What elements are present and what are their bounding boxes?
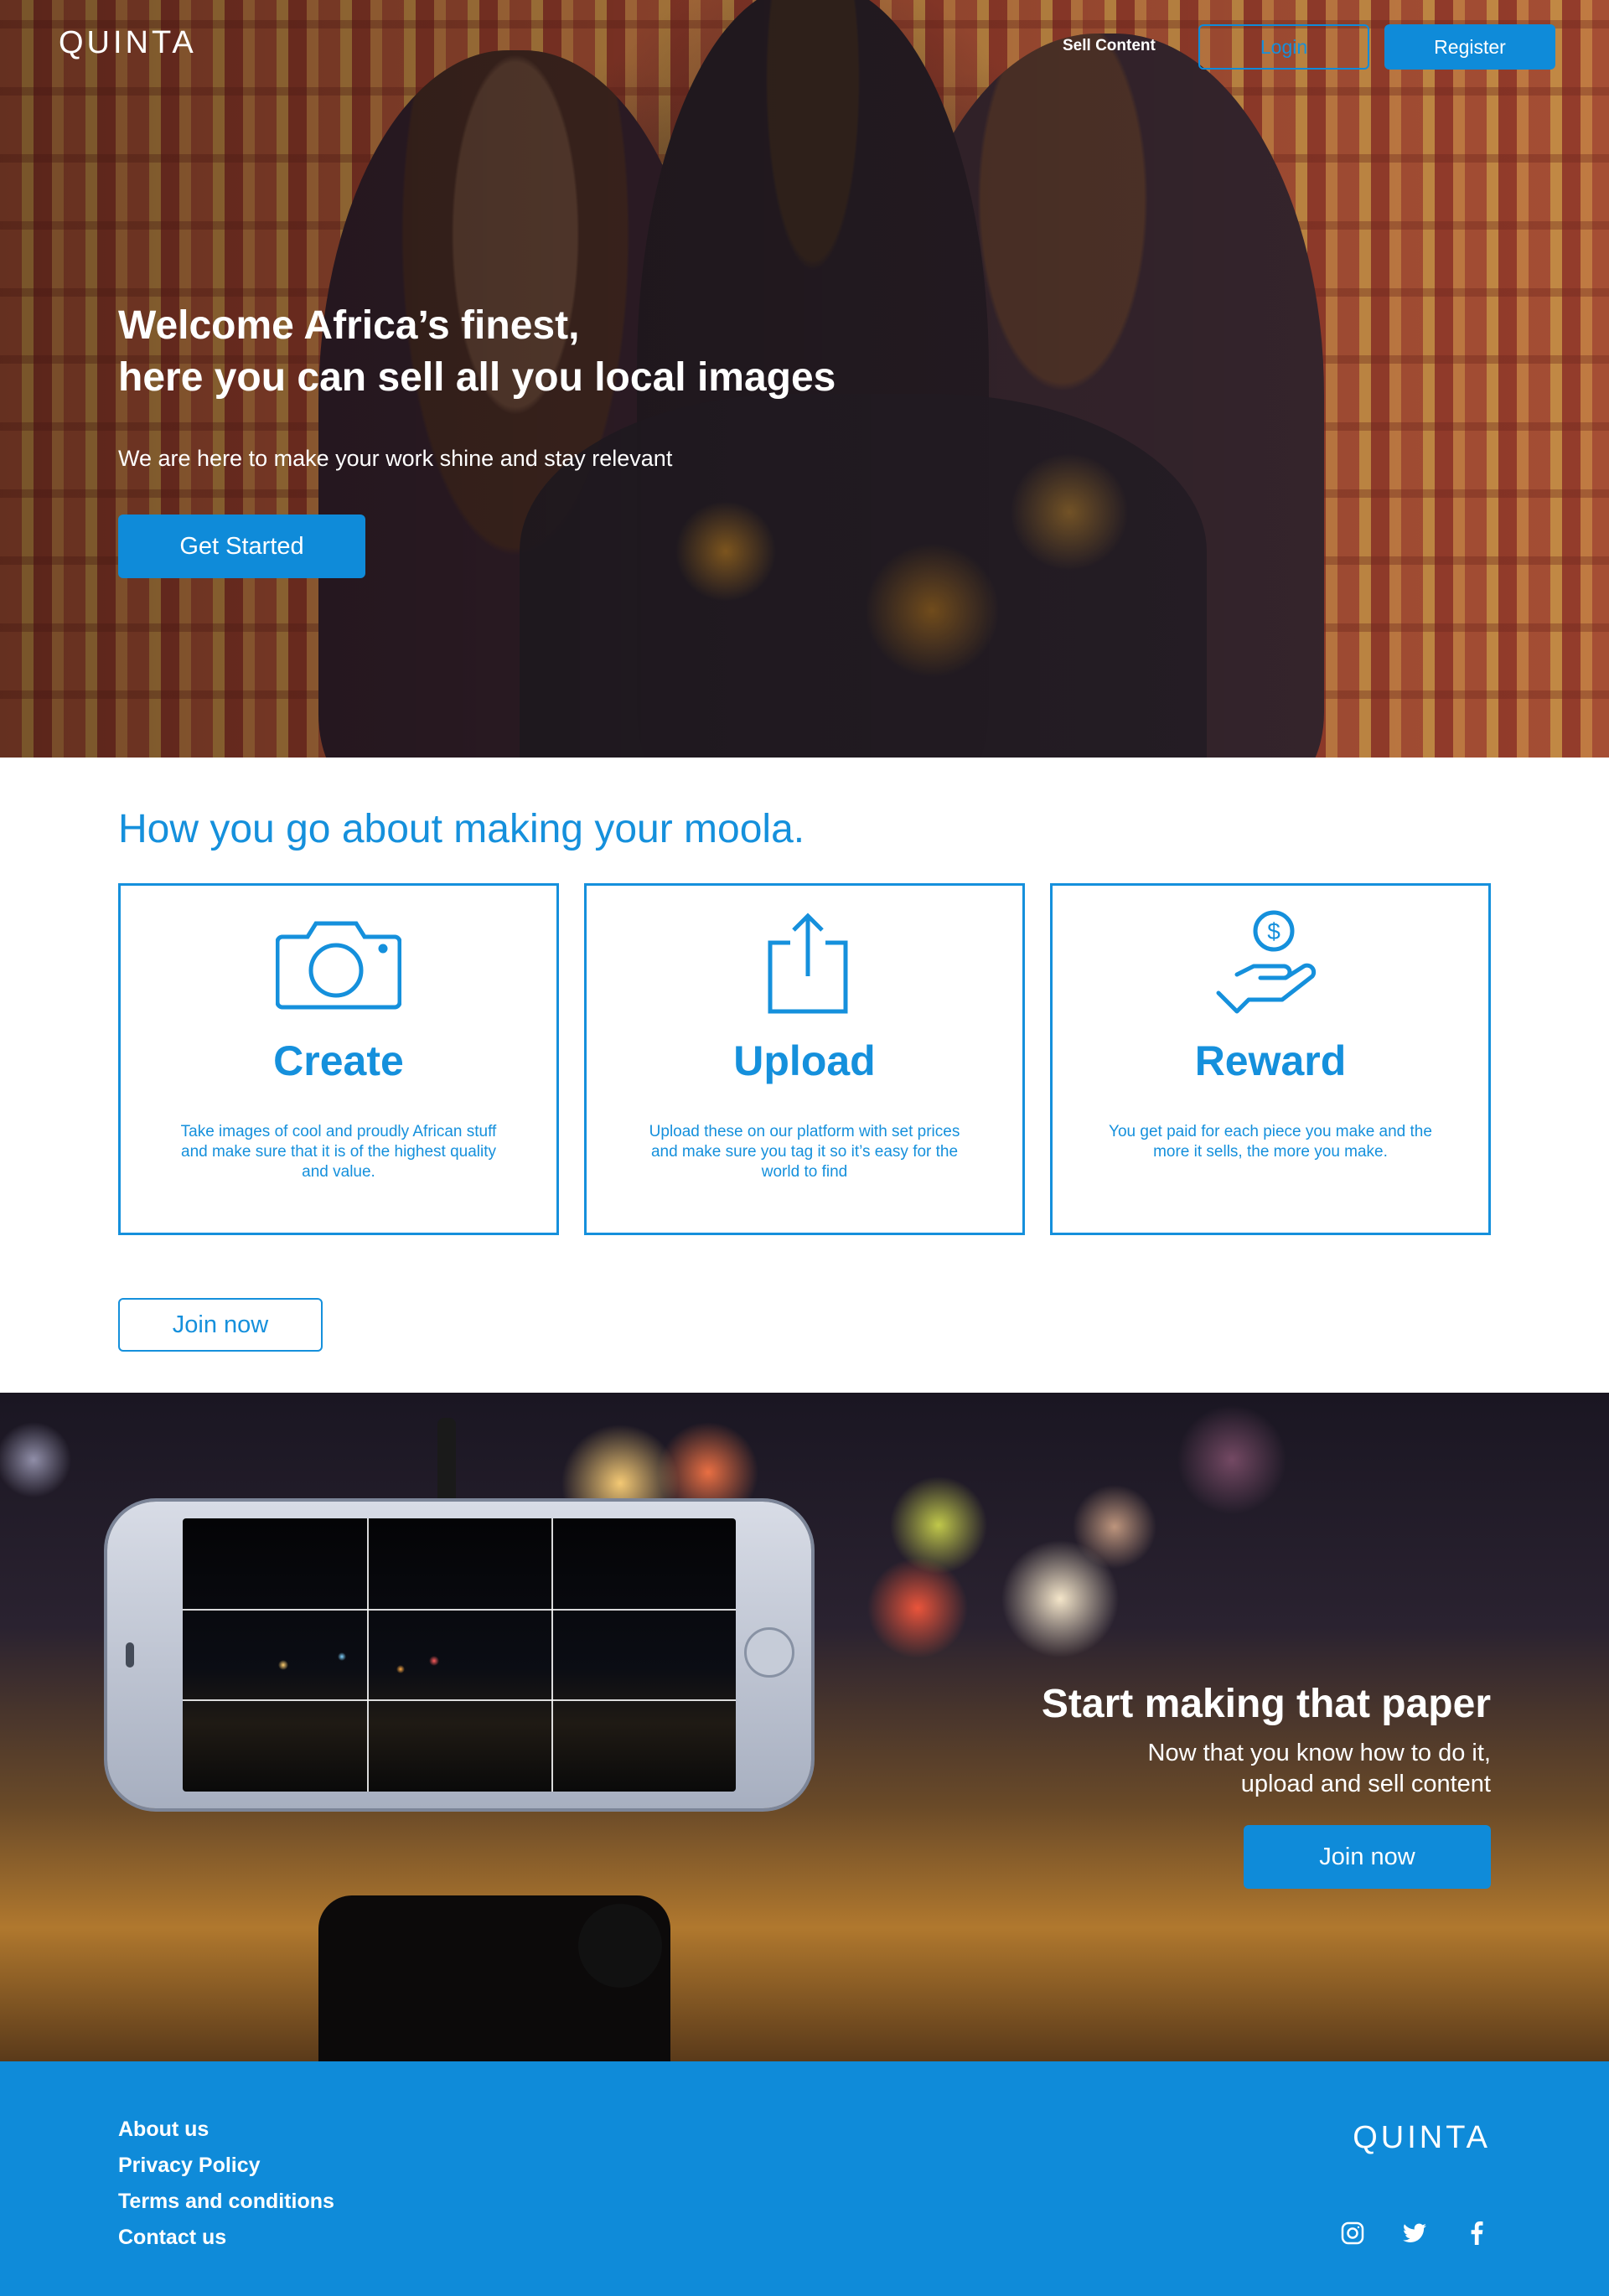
- phone-home-button: [744, 1627, 794, 1678]
- instagram-icon[interactable]: [1338, 2219, 1367, 2247]
- footer-link-terms[interactable]: Terms and conditions: [118, 2184, 334, 2220]
- phone-camera-screen: [183, 1518, 736, 1792]
- header-logo[interactable]: QUINTA: [59, 25, 197, 61]
- upload-icon: [737, 909, 872, 1018]
- camera-grid-line: [551, 1518, 553, 1792]
- banner-subtitle: Now that you know how to do it, upload a…: [904, 1738, 1491, 1800]
- twitter-icon[interactable]: [1400, 2219, 1429, 2247]
- tripod-mount: [437, 1418, 456, 1510]
- step-card-description: You get paid for each piece you make and…: [1109, 1123, 1432, 1161]
- hero-title-line2: here you can sell all you local images: [118, 355, 836, 400]
- banner-subtitle-line2: upload and sell content: [1240, 1771, 1491, 1797]
- step-card-title: Upload: [733, 1037, 876, 1084]
- step-card-description: Take images of cool and proudly African …: [180, 1123, 497, 1181]
- banner-photo-phone: [107, 1502, 811, 1808]
- cta-banner: Start making that paper Now that you kno…: [0, 1393, 1609, 2061]
- reward-hand-dollar-icon: $: [1203, 909, 1337, 1018]
- step-card-description: Upload these on our platform with set pr…: [649, 1123, 960, 1181]
- join-now-outline-button[interactable]: Join now: [118, 1298, 323, 1352]
- camera-grid-line: [183, 1609, 736, 1611]
- facebook-icon[interactable]: [1462, 2219, 1491, 2247]
- get-started-button[interactable]: Get Started: [118, 515, 365, 578]
- register-button[interactable]: Register: [1384, 24, 1555, 70]
- how-section-heading: How you go about making your moola.: [118, 807, 805, 851]
- tripod-knob: [578, 1904, 662, 1988]
- hero-title-line1: Welcome Africa’s finest,: [118, 303, 580, 348]
- hero-subtitle: We are here to make your work shine and …: [118, 446, 673, 471]
- hero-title: Welcome Africa’s finest, here you can se…: [118, 300, 956, 404]
- camera-icon: [272, 909, 406, 1018]
- step-card-reward: $ Reward You get paid for each piece you…: [1050, 883, 1491, 1235]
- footer-link-about[interactable]: About us: [118, 2112, 334, 2148]
- step-card-create: Create Take images of cool and proudly A…: [118, 883, 559, 1235]
- join-now-button[interactable]: Join now: [1244, 1825, 1491, 1889]
- camera-grid-line: [367, 1518, 369, 1792]
- footer-links: About us Privacy Policy Terms and condit…: [118, 2112, 334, 2256]
- banner-title: Start making that paper: [1041, 1682, 1491, 1726]
- footer-link-privacy[interactable]: Privacy Policy: [118, 2148, 334, 2184]
- camera-grid-line: [183, 1699, 736, 1701]
- login-button[interactable]: Login: [1198, 24, 1369, 70]
- footer: About us Privacy Policy Terms and condit…: [0, 2061, 1609, 2296]
- hero-section: QUINTA Sell Content Login Register Welco…: [0, 0, 1609, 758]
- social-links: [1338, 2219, 1491, 2247]
- step-card-title: Reward: [1194, 1037, 1347, 1084]
- footer-link-contact[interactable]: Contact us: [118, 2220, 334, 2256]
- step-card-upload: Upload Upload these on our platform with…: [584, 883, 1025, 1235]
- footer-logo[interactable]: QUINTA: [1353, 2120, 1491, 2156]
- banner-subtitle-line1: Now that you know how to do it,: [1147, 1740, 1491, 1766]
- svg-text:$: $: [1267, 918, 1280, 944]
- nav-sell-content-link[interactable]: Sell Content: [1063, 37, 1156, 55]
- phone-speaker: [126, 1642, 134, 1668]
- step-card-title: Create: [273, 1037, 404, 1084]
